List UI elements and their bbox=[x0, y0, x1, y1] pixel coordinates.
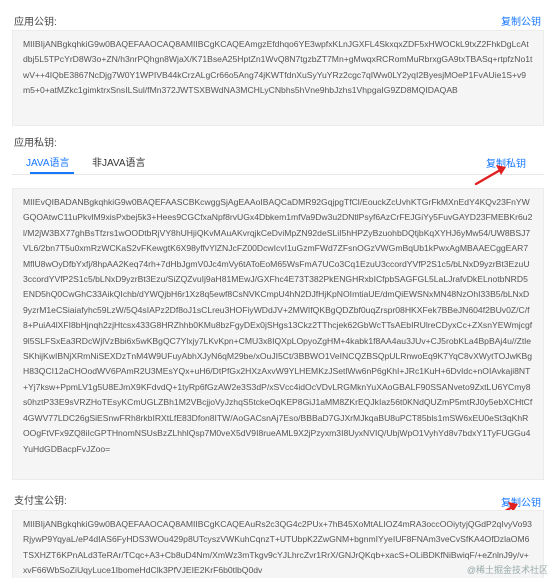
watermark: @稀土掘金技术社区 bbox=[466, 565, 548, 575]
alipay-public-key-box: MIIBIjANBgkqhkiG9w0BAQEFAAOCAQ8AMIIBCgKC… bbox=[12, 510, 544, 578]
active-tab-indicator bbox=[30, 172, 74, 174]
app-private-key-box: MIIEvQIBADANBgkqhkiG9w0BAQEFAASCBKcwggSj… bbox=[12, 188, 544, 480]
tab-non-java[interactable]: 非JAVA语言 bbox=[92, 154, 146, 169]
tab-java[interactable]: JAVA语言 bbox=[26, 154, 70, 169]
language-tabs: JAVA语言 非JAVA语言 bbox=[12, 150, 544, 175]
app-public-key-value: MIIBIjANBgkqhkiG9w0BAQEFAAOCAQ8AMIIBCgKC… bbox=[23, 39, 533, 96]
red-arrow-icon bbox=[474, 165, 506, 186]
copy-app-public-key-button[interactable]: 复制公钥 bbox=[501, 13, 541, 28]
app-private-key-value: MIIEvQIBADANBgkqhkiG9w0BAQEFAASCBKcwggSj… bbox=[23, 197, 533, 454]
alipay-public-key-value: MIIBIjANBgkqhkiG9w0BAQEFAAOCAQ8AMIIBCgKC… bbox=[23, 519, 532, 576]
app-public-key-label: 应用公钥: bbox=[14, 17, 57, 28]
app-private-key-label: 应用私钥: bbox=[14, 138, 57, 149]
app-public-key-box: MIIBIjANBgkqhkiG9w0BAQEFAAOCAQ8AMIIBCgKC… bbox=[12, 30, 544, 126]
alipay-public-key-label: 支付宝公钥: bbox=[14, 496, 67, 507]
